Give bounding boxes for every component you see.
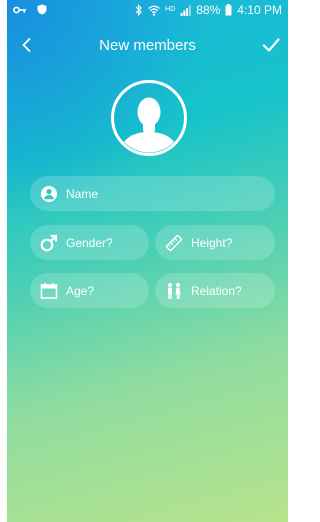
shield-icon bbox=[37, 4, 47, 15]
status-right: HD 88% 4:10 PM bbox=[135, 2, 282, 18]
app-bar: New members bbox=[7, 30, 288, 60]
network-label: HD bbox=[165, 6, 176, 13]
calendar-icon bbox=[40, 282, 58, 299]
app-screen: HD 88% 4:10 PM New members Name Gender? … bbox=[7, 0, 288, 522]
wifi-icon bbox=[148, 5, 161, 16]
battery-icon bbox=[225, 4, 232, 16]
status-bar: HD 88% 4:10 PM bbox=[7, 0, 288, 20]
status-time: 4:10 PM bbox=[237, 3, 282, 17]
status-left bbox=[13, 4, 47, 15]
battery-percentage: 88% bbox=[196, 3, 221, 17]
person-silhouette-icon[interactable] bbox=[110, 79, 188, 157]
page-title: New members bbox=[99, 37, 196, 54]
gender-placeholder: Gender? bbox=[66, 235, 113, 250]
age-field[interactable]: Age? bbox=[30, 273, 149, 308]
name-placeholder: Name bbox=[66, 186, 99, 201]
key-icon bbox=[13, 6, 26, 13]
person-circle-icon bbox=[41, 185, 57, 202]
relation-placeholder: Relation? bbox=[191, 283, 242, 298]
age-placeholder: Age? bbox=[66, 283, 95, 298]
gender-field[interactable]: Gender? bbox=[30, 225, 149, 260]
ruler-icon bbox=[165, 234, 183, 251]
bluetooth-icon bbox=[135, 4, 142, 16]
signal-icon bbox=[180, 5, 192, 16]
name-field[interactable]: Name bbox=[30, 176, 275, 211]
male-symbol-icon bbox=[40, 234, 58, 251]
relation-field[interactable]: Relation? bbox=[155, 273, 275, 308]
height-placeholder: Height? bbox=[191, 235, 233, 250]
height-field[interactable]: Height? bbox=[155, 225, 275, 260]
family-icon bbox=[168, 282, 181, 299]
check-icon[interactable] bbox=[260, 34, 282, 56]
